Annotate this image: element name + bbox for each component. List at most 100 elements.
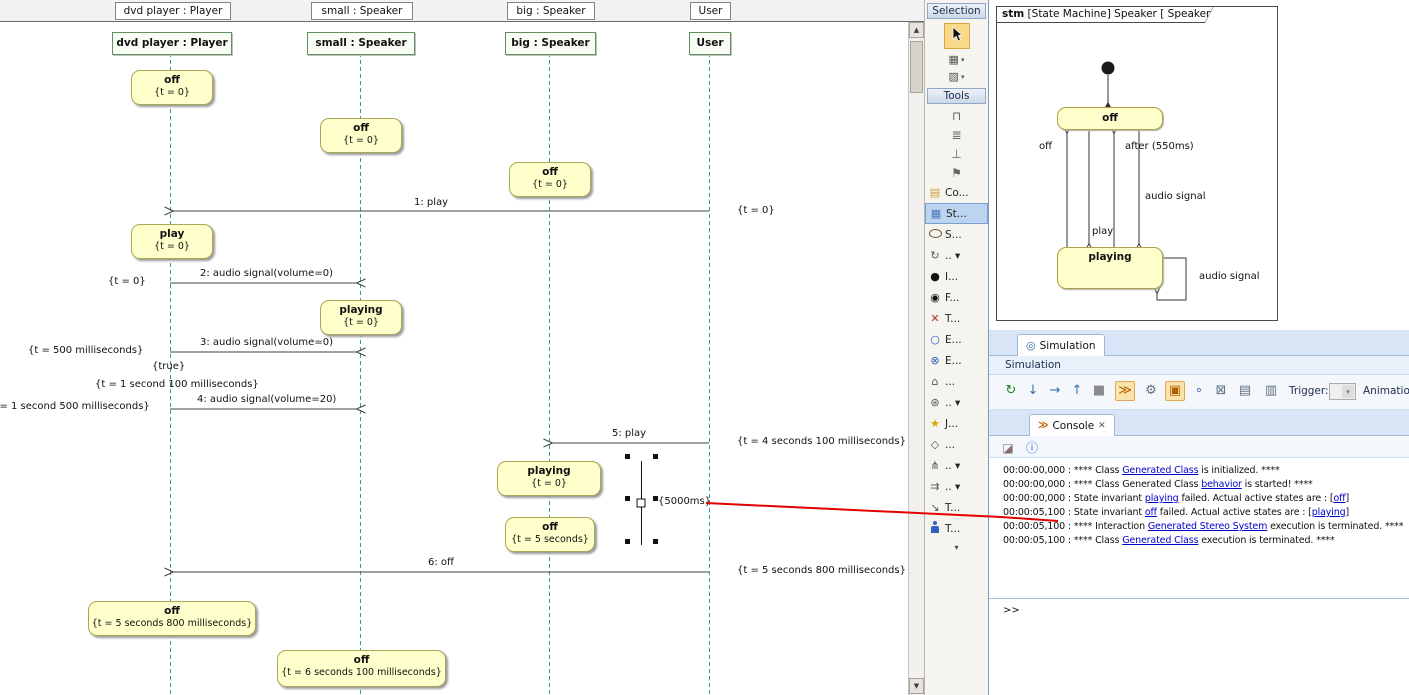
duration-constraint-label[interactable]: {5000ms} — [658, 496, 711, 507]
clear-console-button[interactable]: ◪ — [999, 439, 1017, 457]
right-dock: stm [State Machine] Speaker [ Speaker ] … — [988, 0, 1409, 695]
initial-state-node[interactable] — [1102, 62, 1115, 75]
palette-header-selection[interactable]: Selection — [927, 3, 986, 19]
selection-cursor-tool[interactable] — [944, 23, 970, 49]
palette-tool-flag[interactable]: ⚑ — [925, 163, 988, 182]
time-constraint: {t = 0} — [737, 205, 775, 216]
state-invariant-icon: ▦ — [929, 207, 943, 220]
palette-tool-magnet[interactable]: ⊓ — [925, 106, 988, 125]
close-icon[interactable]: ✕ — [1098, 421, 1106, 431]
guard-constraint: {true} — [152, 361, 185, 372]
console-toggle-button[interactable]: ≫ — [1115, 381, 1135, 401]
entry-point-icon: ○ — [928, 333, 942, 346]
console-link[interactable]: off — [1333, 493, 1345, 504]
console-link[interactable]: Generated Stereo System — [1148, 521, 1267, 532]
palette-header-tools[interactable]: Tools — [927, 88, 986, 104]
trigger-dropdown[interactable]: ▾ — [1329, 383, 1356, 400]
palette-item-transition[interactable]: ↘T... — [925, 497, 988, 518]
palette-item-state[interactable]: S... — [925, 224, 988, 245]
state-invariant-selected[interactable]: playing{t = 0} — [497, 461, 601, 496]
terminate-button[interactable]: ■ — [1089, 381, 1109, 401]
palette-item-terminate[interactable]: ✕T... — [925, 308, 988, 329]
options-button[interactable]: ⚙ — [1141, 381, 1161, 401]
grid-icon: ▨ — [949, 70, 959, 83]
console-link[interactable]: off — [1145, 507, 1157, 518]
console-link[interactable]: Generated Class — [1122, 535, 1198, 546]
scroll-down-button[interactable]: ▼ — [909, 678, 924, 694]
export-image-button[interactable]: ▤ — [1235, 381, 1255, 401]
lifeline-head-dvd-player[interactable]: dvd player : Player — [112, 32, 232, 55]
resume-button[interactable]: ↻ — [1001, 381, 1021, 401]
console-link[interactable]: Generated Class — [1122, 465, 1198, 476]
palette-item-choice[interactable]: ◇... — [925, 434, 988, 455]
step-into-button[interactable]: ↓ — [1023, 381, 1043, 401]
message-label[interactable]: 6: off — [428, 557, 454, 568]
stm-state-off[interactable]: off — [1057, 107, 1163, 130]
time-constraint: {t = 1 second 500 milliseconds} — [0, 401, 150, 412]
palette-item-actor[interactable]: T... — [925, 518, 988, 539]
console-output[interactable]: 00:00:00,000 : **** Class Generated Clas… — [989, 458, 1409, 598]
step-out-button[interactable]: ↑ — [1067, 381, 1087, 401]
tab-simulation[interactable]: ◎ Simulation — [1017, 334, 1105, 356]
info-button[interactable]: ⓘ — [1023, 439, 1041, 457]
state-invariant[interactable]: playing{t = 0} — [320, 300, 402, 335]
database-button[interactable]: ▥ — [1261, 381, 1281, 401]
transition-label-self-loop: audio signal — [1199, 271, 1259, 282]
state-invariant[interactable]: off{t = 0} — [131, 70, 213, 105]
state-machine-diagram-pane[interactable]: stm [State Machine] Speaker [ Speaker ] … — [989, 0, 1409, 331]
breakpoints-button[interactable]: ▣ — [1165, 381, 1185, 401]
console-line: 00:00:05,100 : **** Class Generated Clas… — [1003, 534, 1409, 548]
state-invariant[interactable]: off{t = 0} — [320, 118, 402, 153]
palette-item-loop[interactable]: ↻.. ▾ — [925, 245, 988, 266]
palette-item-frame[interactable]: ⌂... — [925, 371, 988, 392]
console-line: 00:00:05,100 : **** Interaction Generate… — [1003, 520, 1409, 534]
palette-group-tool-2[interactable]: ▨▾ — [925, 68, 988, 85]
palette-item-bars[interactable]: ⇉.. ▾ — [925, 476, 988, 497]
transition-label-after: after (550ms) — [1125, 141, 1194, 152]
lifeline-head-small-speaker[interactable]: small : Speaker — [307, 32, 415, 55]
palette-scroll-more[interactable]: ▾ — [925, 539, 988, 555]
palette-item-junction[interactable]: ★J... — [925, 413, 988, 434]
scrollbar-thumb[interactable] — [910, 41, 923, 93]
palette-item-state-invariant[interactable]: ▦St... — [925, 203, 988, 224]
state-invariant[interactable]: off{t = 5 seconds} — [505, 517, 595, 552]
lifeline-head-user[interactable]: User — [689, 32, 731, 55]
step-over-button[interactable]: → — [1045, 381, 1065, 401]
message-label[interactable]: 2: audio signal(volume=0) — [200, 268, 333, 279]
palette-item-exit-point[interactable]: ⊗E... — [925, 350, 988, 371]
console-link[interactable]: behavior — [1201, 479, 1242, 490]
palette-tool-anchor[interactable]: ⊥ — [925, 144, 988, 163]
state-invariant[interactable]: off{t = 6 seconds 100 milliseconds} — [277, 650, 446, 687]
animation-speed-button[interactable]: ∘ — [1189, 381, 1209, 401]
lifeline-head-big-speaker[interactable]: big : Speaker — [505, 32, 596, 55]
simulation-section-header: Simulation — [989, 356, 1409, 375]
chevron-down-icon: ▾ — [954, 543, 958, 552]
palette-item-final[interactable]: ◉F... — [925, 287, 988, 308]
palette-item-region[interactable]: ⊛.. ▾ — [925, 392, 988, 413]
palette-item-initial[interactable]: ●I... — [925, 266, 988, 287]
message-label[interactable]: 1: play — [414, 197, 448, 208]
console-link[interactable]: playing — [1145, 493, 1179, 504]
console-input[interactable]: >> — [989, 598, 1409, 695]
palette-group-tool-1[interactable]: ▦▾ — [925, 51, 988, 68]
palette-item-common[interactable]: ▤Co... — [925, 182, 988, 203]
scroll-up-button[interactable]: ▲ — [909, 22, 924, 38]
tab-console[interactable]: ≫ Console ✕ — [1029, 414, 1115, 436]
state-invariant[interactable]: off{t = 0} — [509, 162, 591, 197]
message-label[interactable]: 3: audio signal(volume=0) — [200, 337, 333, 348]
palette-tool-comb[interactable]: ≣ — [925, 125, 988, 144]
palette-item-entry-point[interactable]: ○E... — [925, 329, 988, 350]
vertical-scrollbar[interactable]: ▲ ▼ — [908, 22, 925, 695]
palette-item-fork[interactable]: ⋔.. ▾ — [925, 455, 988, 476]
message-label[interactable]: 5: play — [612, 428, 646, 439]
sequence-diagram-pane[interactable]: dvd player : Player small : Speaker big … — [0, 0, 925, 695]
console-link[interactable]: playing — [1312, 507, 1346, 518]
message-label[interactable]: 4: audio signal(volume=20) — [197, 394, 336, 405]
lock-button[interactable]: ⊠ — [1211, 381, 1231, 401]
time-constraint: {t = 5 seconds 800 milliseconds} — [737, 565, 906, 576]
console-tabstrip: ≫ Console ✕ — [989, 410, 1409, 436]
state-invariant[interactable]: off{t = 5 seconds 800 milliseconds} — [88, 601, 256, 636]
stm-state-playing[interactable]: playing — [1057, 247, 1163, 289]
state-invariant[interactable]: play{t = 0} — [131, 224, 213, 259]
flag-icon: ⚑ — [951, 166, 962, 180]
